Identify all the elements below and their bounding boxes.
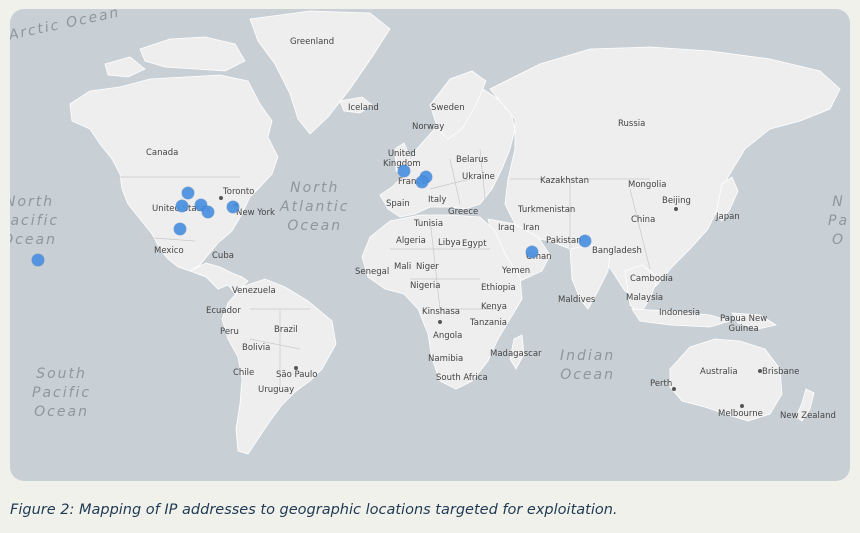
place-label-chile: Chile [233,368,255,378]
ip-marker[interactable] [526,246,538,258]
place-label-japan: Japan [716,212,740,222]
city-dot-sao-paulo [294,366,298,370]
place-label-niger: Niger [416,262,439,272]
place-label-russia: Russia [618,119,646,129]
place-label-malaysia: Malaysia [626,293,664,303]
place-label-madagascar: Madagascar [490,349,542,359]
place-label-bangladesh: Bangladesh [592,246,642,256]
place-label-kenya: Kenya [481,302,508,312]
canada-arctic-islands-2 [104,56,146,78]
place-label-yemen: Yemen [502,266,531,276]
place-label-new-zealand: New Zealand [780,411,836,421]
ip-marker[interactable] [398,165,410,177]
world-map[interactable]: Arctic Ocean North Atlantic Ocean North … [10,9,850,481]
place-label-cambodia: Cambodia [630,274,673,284]
place-label-melbourne: Melbourne [718,409,763,419]
ip-marker[interactable] [579,235,591,247]
place-label-toronto: Toronto [223,187,255,197]
place-label-senegal: Senegal [355,267,390,277]
city-dot-beijing [674,207,678,211]
place-label-pakistan: Pakistan [546,236,582,246]
place-label-cuba: Cuba [212,251,234,261]
place-label-greece: Greece [448,207,479,217]
place-label-mongolia: Mongolia [628,180,667,190]
canada-arctic-islands [139,36,246,72]
ip-marker[interactable] [227,201,239,213]
city-dot-kinshasa [438,320,442,324]
ip-marker[interactable] [182,187,194,199]
place-label-egypt: Egypt [462,239,487,249]
place-label-algeria: Algeria [396,236,426,246]
place-label-tanzania: Tanzania [470,318,508,328]
north-america-landmass [69,74,279,272]
ip-marker[interactable] [174,223,186,235]
place-label-venezuela: Venezuela [232,286,276,296]
place-label-sao-paulo: São Paulo [276,370,318,380]
place-label-nigeria: Nigeria [410,281,441,291]
place-label-iraq: Iraq [498,223,515,233]
place-label-brisbane: Brisbane [762,367,800,377]
place-label-belarus: Belarus [456,155,488,165]
figure-caption: Figure 2: Mapping of IP addresses to geo… [10,502,618,518]
place-label-ethiopia: Ethiopia [481,283,516,293]
city-dot-melbourne [740,404,744,408]
place-label-mali: Mali [394,262,412,272]
place-label-bolivia: Bolivia [242,343,271,353]
place-label-australia: Australia [700,367,738,377]
place-label-tunisia: Tunisia [414,219,444,229]
place-label-mexico: Mexico [154,246,184,256]
place-label-norway: Norway [412,122,445,132]
city-dot-toronto [219,196,223,200]
ocean-label-north-pacific-west: North Pacific Ocean [10,194,60,248]
ip-marker[interactable] [202,206,214,218]
ocean-label-north-atlantic: North Atlantic Ocean [280,180,350,234]
place-label-italy: Italy [428,195,447,205]
place-label-greenland: Greenland [290,37,335,47]
ocean-label-indian: Indian Ocean [560,348,616,383]
ip-marker[interactable] [176,200,188,212]
place-label-canada: Canada [146,148,179,158]
place-label-uruguay: Uruguay [258,385,295,395]
place-label-kinshasa: Kinshasa [422,307,460,317]
place-label-libya: Libya [438,238,461,248]
place-label-maldives: Maldives [558,295,596,305]
place-label-brazil: Brazil [274,325,298,335]
place-label-spain: Spain [386,199,410,209]
place-label-ukraine: Ukraine [462,172,495,182]
ocean-label-north-pacific-east: N Pa O [828,194,850,248]
place-label-ecuador: Ecuador [206,306,241,316]
place-label-sweden: Sweden [431,103,465,113]
place-label-papua-new-guinea: Papua New Guinea [720,314,768,334]
place-label-iceland: Iceland [348,103,379,113]
place-label-turkmenistan: Turkmenistan [518,205,576,215]
ip-marker[interactable] [416,176,428,188]
place-label-iran: Iran [523,223,540,233]
place-label-kazakhstan: Kazakhstan [540,176,589,186]
ocean-label-south-pacific: South Pacific Ocean [32,366,92,420]
place-label-angola: Angola [433,331,463,341]
place-label-new-york: New York [236,208,275,218]
place-label-peru: Peru [220,327,239,337]
city-dot-perth [672,387,676,391]
place-label-beijing: Beijing [662,196,691,206]
place-label-indonesia: Indonesia [659,308,701,318]
ip-marker[interactable] [32,254,44,266]
city-dot-brisbane [758,369,762,373]
place-label-namibia: Namibia [428,354,464,364]
place-label-china: China [631,215,656,225]
greenland-landmass [249,10,391,135]
place-label-perth: Perth [650,379,673,389]
place-label-south-africa: South Africa [436,373,488,383]
